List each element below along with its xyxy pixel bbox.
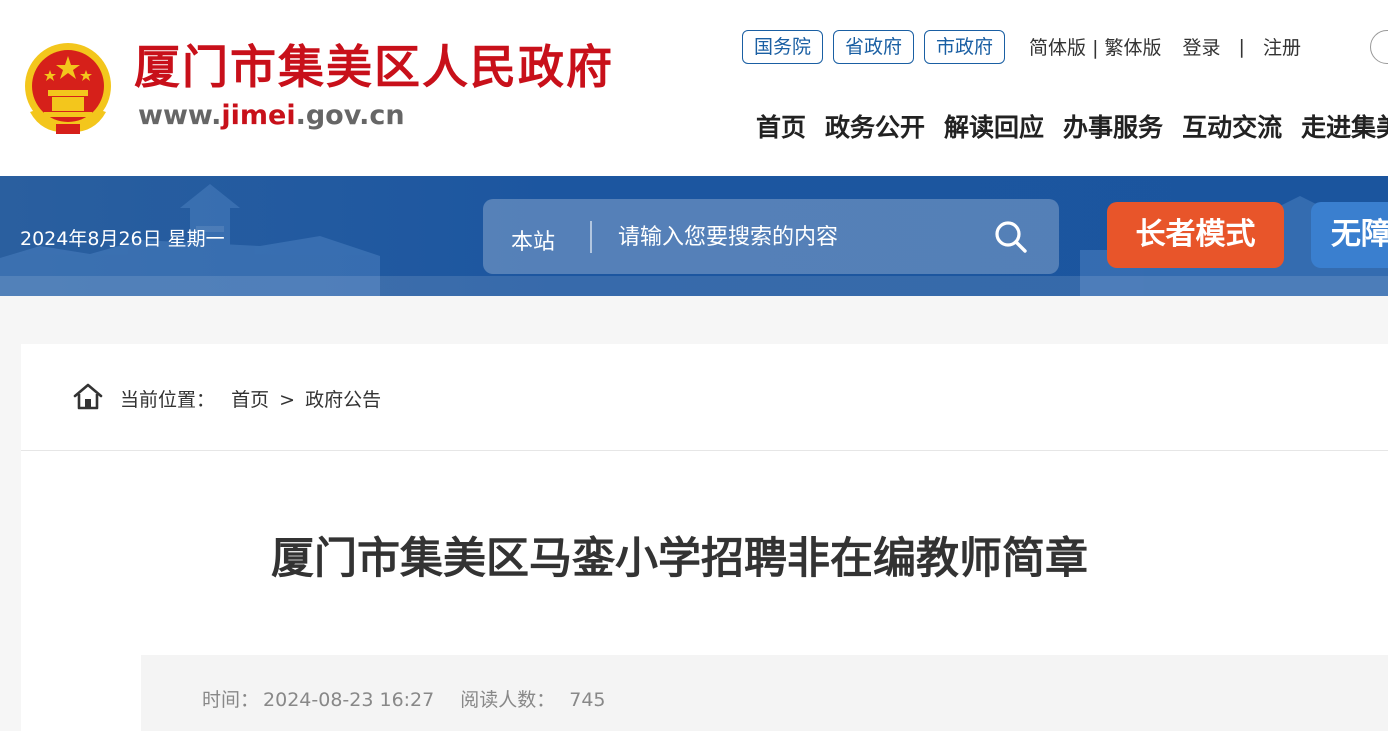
current-date: 2024年8月26日 星期一 [20,228,225,250]
language-switch[interactable]: 简体版 | 繁体版 [1029,33,1161,60]
nav-interpretation[interactable]: 解读回应 [944,108,1044,144]
elder-mode-button[interactable]: 长者模式 [1107,202,1284,268]
site-name[interactable]: 厦门市集美区人民政府 [134,44,614,90]
breadcrumb-label: 当前位置： [120,389,216,411]
breadcrumb-home[interactable]: 首页 [231,389,269,411]
site-url-prefix: www. [138,100,222,131]
search-icon[interactable] [993,219,1029,255]
login-link[interactable]: 登录 [1183,33,1221,60]
nav-home[interactable]: 首页 [756,108,806,144]
time-value: 2024-08-23 16:27 [263,689,435,711]
breadcrumb-arrow: > [279,389,296,411]
link-state-council[interactable]: 国务院 [742,29,824,64]
site-url-suffix: .gov.cn [295,100,405,131]
search-scope-select[interactable]: 本站 [511,224,555,256]
user-center-button[interactable] [1370,30,1388,64]
search-input[interactable] [618,219,978,255]
time-label: 时间： [202,689,260,711]
search-divider [590,221,592,253]
link-provincial-gov[interactable]: 省政府 [833,29,915,64]
top-separator: | [1238,35,1245,58]
search-banner: 2024年8月26日 星期一 本站 长者模式 无障碍 [0,176,1388,296]
breadcrumb: 当前位置： 首页 > 政府公告 [21,344,1388,451]
article-panel: 当前位置： 首页 > 政府公告 厦门市集美区马銮小学招聘非在编教师简章 时间： 2… [21,344,1388,731]
article-title: 厦门市集美区马銮小学招聘非在编教师简章 [271,534,1088,584]
nav-gov-affairs[interactable]: 政务公开 [825,108,925,144]
main-nav: 首页 政务公开 解读回应 办事服务 互动交流 走进集美 [756,108,1388,144]
search-box: 本站 [483,199,1059,274]
site-url[interactable]: www.jimei.gov.cn [138,100,405,132]
nav-services[interactable]: 办事服务 [1063,108,1163,144]
nav-interaction[interactable]: 互动交流 [1182,108,1282,144]
nav-about-jimei[interactable]: 走进集美 [1301,108,1388,144]
link-city-gov[interactable]: 市政府 [924,29,1006,64]
site-url-brand: jimei [221,100,296,131]
reads-value: 745 [569,689,606,711]
article-meta-bar: 时间： 2024-08-23 16:27 阅读人数： 745 [141,655,1388,731]
breadcrumb-trail: 当前位置： 首页 > 政府公告 [120,385,381,412]
top-links: 国务院 省政府 市政府 简体版 | 繁体版 登录 | 注册 [742,29,1301,64]
reads-label: 阅读人数： [460,689,556,711]
site-header: 厦门市集美区人民政府 www.jimei.gov.cn 国务院 省政府 市政府 … [0,0,1388,176]
national-emblem-icon [25,43,111,134]
article-meta: 时间： 2024-08-23 16:27 阅读人数： 745 [202,685,610,712]
register-link[interactable]: 注册 [1263,33,1301,60]
breadcrumb-current[interactable]: 政府公告 [305,389,381,411]
home-icon[interactable] [73,382,103,410]
accessibility-button[interactable]: 无障碍 [1311,202,1388,268]
